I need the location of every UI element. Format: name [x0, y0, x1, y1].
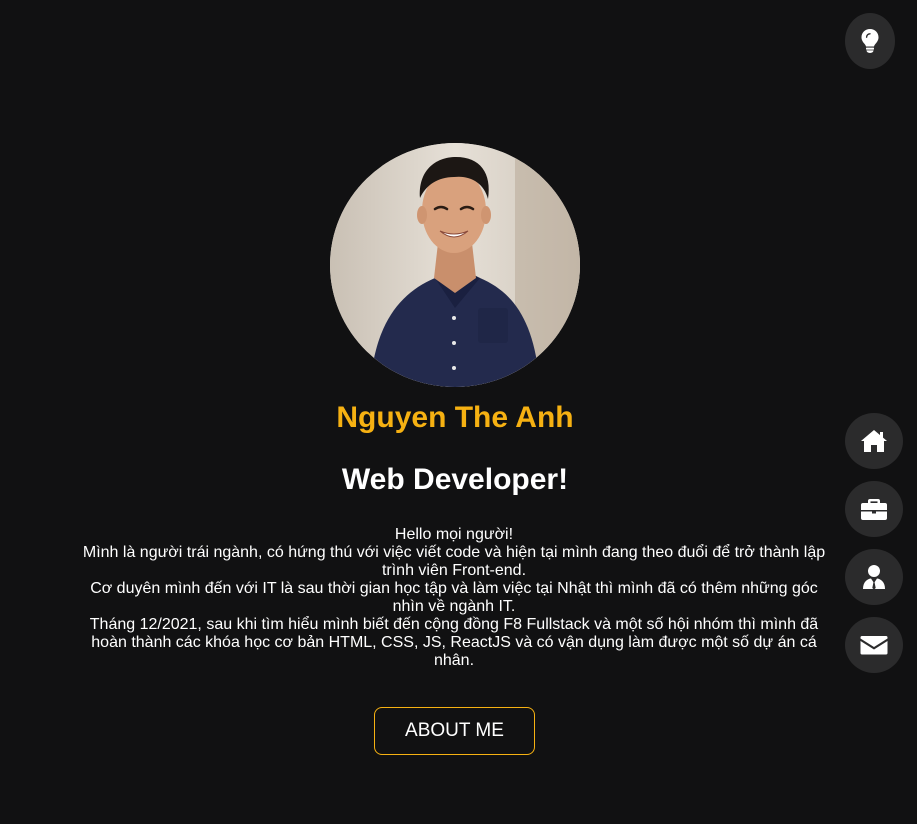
bio-line: Mình là người trái ngành, có hứng thú vớ…	[82, 544, 826, 579]
user-tie-icon	[863, 565, 885, 590]
side-nav	[845, 413, 903, 685]
nav-about-button[interactable]	[845, 549, 903, 605]
nav-home-button[interactable]	[845, 413, 903, 469]
about-me-button[interactable]: ABOUT ME	[374, 707, 535, 755]
theme-toggle-button[interactable]	[845, 13, 895, 69]
profile-photo	[330, 143, 580, 387]
bio-line: Tháng 12/2021, sau khi tìm hiểu mình biế…	[89, 616, 819, 669]
envelope-icon	[860, 636, 888, 655]
profile-name: Nguyen The Anh	[336, 401, 574, 434]
briefcase-icon	[861, 499, 887, 520]
portfolio-page: Nguyen The Anh Web Developer! Hello mọi …	[0, 0, 917, 824]
profile-role: Web Developer!	[341, 463, 569, 496]
home-icon	[861, 430, 887, 452]
nav-contact-button[interactable]	[845, 617, 903, 673]
lightbulb-icon	[861, 29, 879, 53]
profile-bio: Hello mọi người! Mình là người trái ngàn…	[78, 526, 830, 670]
profile-photo-image	[330, 143, 580, 387]
bio-line: Hello mọi người!	[394, 526, 514, 543]
nav-portfolio-button[interactable]	[845, 481, 903, 537]
bio-line: Cơ duyên mình đến với IT là sau thời gia…	[90, 580, 818, 615]
